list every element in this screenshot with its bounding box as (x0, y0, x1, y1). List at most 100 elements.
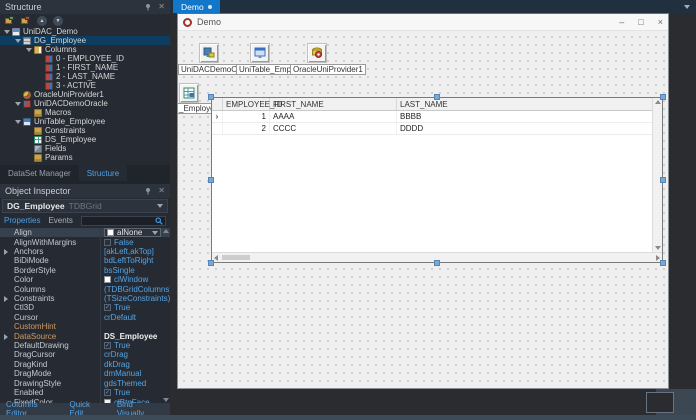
property-row-dragcursor[interactable]: DragCursor crDrag (0, 350, 170, 360)
property-row-enabled[interactable]: Enabled ✓ True (0, 387, 170, 398)
scroll-down-icon[interactable] (654, 246, 661, 250)
checkbox-unchecked-icon[interactable] (104, 238, 111, 246)
tab-events[interactable]: Events (48, 216, 72, 225)
expand-icon[interactable] (4, 296, 8, 303)
search-input[interactable] (80, 215, 166, 226)
tree-item-macros[interactable]: Macros (0, 108, 170, 117)
property-row-align[interactable]: Align alNone (0, 228, 170, 238)
close-icon[interactable]: ✕ (158, 3, 165, 11)
selection-handle[interactable] (208, 177, 214, 183)
selection-handle[interactable] (660, 177, 666, 183)
tab-structure[interactable]: Structure (78, 165, 128, 181)
oracle-provider-component[interactable] (308, 44, 326, 62)
checkbox-checked-icon[interactable]: ✓ (104, 304, 111, 312)
property-grid-scrollbar[interactable] (162, 228, 170, 403)
property-value[interactable]: crDefault (100, 312, 170, 323)
grid-vertical-scrollbar[interactable] (652, 98, 662, 252)
property-row-bidimode[interactable]: BiDiMode bdLeftToRight (0, 256, 170, 266)
maximize-icon[interactable]: □ (638, 17, 643, 27)
selection-handle[interactable] (434, 94, 440, 100)
tab-dataset-manager[interactable]: DataSet Manager (0, 165, 79, 181)
expand-chevron-icon[interactable] (26, 47, 32, 52)
value-dropdown[interactable]: alNone (104, 228, 161, 238)
tree-item-unidac-demo[interactable]: UniDAC_Demo (0, 27, 170, 36)
property-value[interactable]: (TDBGridColumns) (100, 284, 170, 294)
delete-item-icon[interactable] (21, 16, 31, 25)
form-title-bar[interactable]: Demo – □ × (178, 14, 668, 31)
property-value[interactable] (100, 322, 170, 332)
new-item-icon[interactable] (5, 16, 15, 25)
expand-chevron-icon[interactable] (4, 29, 10, 34)
scroll-up-icon[interactable] (654, 100, 661, 104)
tree-item-unitable-employee[interactable]: UniTable_Employee (0, 117, 170, 126)
close-icon[interactable]: × (658, 17, 663, 27)
form-design-surface[interactable]: UniDACDemoOracle UniTable_Employee Oracl… (178, 31, 668, 388)
property-row-dragmode[interactable]: DragMode dmManual (0, 369, 170, 379)
unidac-connection-component[interactable] (200, 44, 218, 62)
tree-item-2-last-name[interactable]: 2 - LAST_NAME (0, 72, 170, 81)
move-up-icon[interactable]: ▲ (37, 15, 47, 26)
property-value[interactable]: ✓ True (100, 387, 170, 398)
selection-handle[interactable] (208, 260, 214, 266)
property-value[interactable]: dmManual (100, 369, 170, 379)
scroll-up-icon[interactable] (163, 229, 169, 233)
expand-icon[interactable] (4, 333, 8, 340)
property-value[interactable]: ✓ True (100, 303, 170, 313)
property-value[interactable]: gdsThemed (100, 378, 170, 388)
chevron-down-icon[interactable] (152, 230, 158, 235)
selection-handle[interactable] (208, 94, 214, 100)
property-row-ctl3d[interactable]: Ctl3D ✓ True (0, 303, 170, 313)
tree-item-1-first-name[interactable]: 1 - FIRST_NAME (0, 63, 170, 72)
component-label[interactable]: OracleUniProvider1 (290, 64, 366, 75)
tree-item-ds-employee[interactable]: DS_Employee (0, 135, 170, 144)
property-value[interactable]: alNone (100, 228, 170, 238)
tree-item-constraints[interactable]: Constraints (0, 126, 170, 135)
property-row-cursor[interactable]: Cursor crDefault (0, 312, 170, 323)
selection-handle[interactable] (660, 94, 666, 100)
unitable-component[interactable] (251, 44, 269, 62)
close-icon[interactable]: ✕ (158, 187, 165, 195)
selection-handle[interactable] (434, 260, 440, 266)
property-value[interactable]: bsSingle (100, 265, 170, 276)
property-value[interactable]: bdLeftToRight (100, 256, 170, 266)
property-row-constraints[interactable]: Constraints (TSizeConstraints) (0, 293, 170, 304)
minimize-icon[interactable]: – (619, 17, 624, 27)
tab-properties[interactable]: Properties (4, 216, 40, 225)
property-value[interactable]: False (100, 237, 170, 247)
tab-demo[interactable]: Demo (173, 0, 220, 13)
tree-item-dg-employee[interactable]: DG_Employee (0, 36, 170, 45)
expand-chevron-icon[interactable] (15, 101, 21, 106)
checkbox-checked-icon[interactable]: ✓ (104, 342, 111, 350)
expand-chevron-icon[interactable] (15, 119, 21, 124)
pin-icon[interactable] (144, 3, 152, 11)
property-row-color[interactable]: Color clWindow (0, 275, 170, 285)
tree-item-params[interactable]: Params (0, 153, 170, 162)
property-row-borderstyle[interactable]: BorderStyle bsSingle (0, 265, 170, 276)
property-row-datasource[interactable]: DataSource DS_Employee (0, 331, 170, 341)
property-row-anchors[interactable]: Anchors [akLeft,akTop] (0, 246, 170, 257)
property-value[interactable]: crDrag (100, 350, 170, 360)
chevron-down-icon[interactable] (684, 4, 690, 9)
tree-item-unidacdemooracle[interactable]: UniDACDemoOracle (0, 99, 170, 108)
move-down-icon[interactable]: ▼ (53, 15, 63, 26)
selection-handle[interactable] (660, 260, 666, 266)
property-value[interactable]: DS_Employee (100, 331, 170, 341)
expand-icon[interactable] (4, 249, 8, 256)
datasource-component[interactable] (180, 84, 198, 102)
instance-selector[interactable]: DG_Employee TDBGrid (2, 199, 168, 213)
checkbox-checked-icon[interactable]: ✓ (104, 389, 111, 397)
scroll-left-icon[interactable] (214, 254, 218, 261)
property-value[interactable]: dkDrag (100, 359, 170, 370)
property-row-drawingstyle[interactable]: DrawingStyle gdsThemed (0, 378, 170, 388)
scrollbar-thumb[interactable] (222, 255, 250, 260)
tree-item-columns[interactable]: Columns (0, 45, 170, 54)
tree-item-fields[interactable]: Fields (0, 144, 170, 153)
property-row-columns[interactable]: Columns (TDBGridColumns) (0, 284, 170, 294)
property-row-defaultdrawing[interactable]: DefaultDrawing ✓ True (0, 340, 170, 351)
pin-icon[interactable] (144, 187, 152, 195)
property-value[interactable]: (TSizeConstraints) (100, 293, 170, 304)
property-value[interactable]: [akLeft,akTop] (100, 246, 170, 257)
property-row-customhint[interactable]: CustomHint (0, 322, 170, 332)
property-value[interactable]: clWindow (100, 275, 170, 285)
tree-item-0-employee-id[interactable]: 0 - EMPLOYEE_ID (0, 54, 170, 63)
